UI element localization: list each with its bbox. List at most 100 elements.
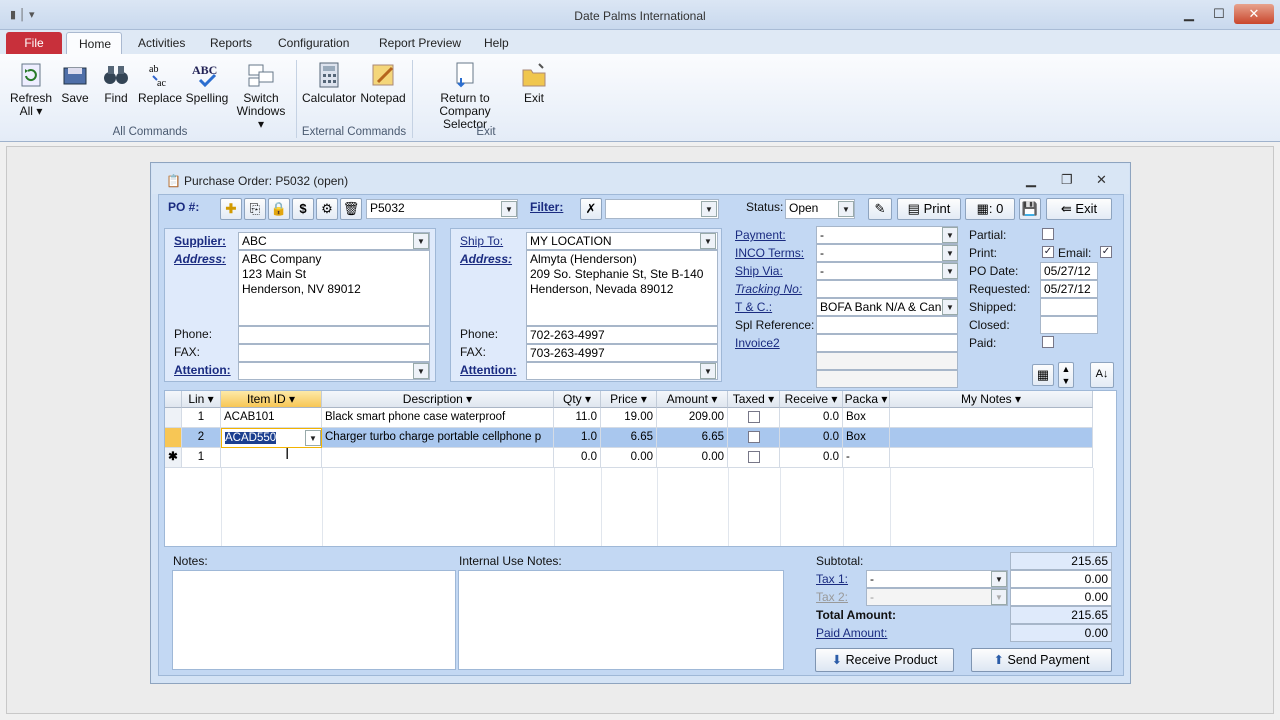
payment-select[interactable]: - xyxy=(816,226,958,244)
chevron-down-icon[interactable]: ▼ xyxy=(413,363,429,379)
podate-field[interactable]: 05/27/12 xyxy=(1040,262,1098,280)
clear-filter-button[interactable]: ✗ xyxy=(580,198,602,220)
cell-receive[interactable]: 0.0 xyxy=(780,428,843,448)
cell-itemid[interactable] xyxy=(221,448,322,468)
shipto-phone-field[interactable]: 702-263-4997 xyxy=(526,326,718,344)
col-header-receive[interactable]: Receive ▾ xyxy=(780,391,843,408)
filter-label[interactable]: Filter: xyxy=(530,200,563,214)
chevron-down-icon[interactable]: ▼ xyxy=(700,233,716,249)
col-header-mynotes[interactable]: My Notes ▾ xyxy=(890,391,1093,408)
cell-qty[interactable]: 11.0 xyxy=(554,408,601,428)
chevron-down-icon[interactable]: ▼ xyxy=(838,201,854,217)
taxed-checkbox[interactable] xyxy=(747,431,760,443)
tab-home[interactable]: Home xyxy=(66,32,122,54)
child-restore-button[interactable]: ❐ xyxy=(1061,172,1073,188)
tab-help[interactable]: Help xyxy=(472,32,521,54)
chevron-down-icon[interactable]: ▼ xyxy=(700,363,716,379)
col-header-lin[interactable]: Lin ▾ xyxy=(182,391,221,408)
close-button[interactable]: ✕ xyxy=(1234,4,1274,24)
cell-receive[interactable]: 0.0 xyxy=(780,408,843,428)
inco-label[interactable]: INCO Terms: xyxy=(735,246,804,260)
cell-amount[interactable]: 0.00 xyxy=(657,448,728,468)
tracking-field[interactable] xyxy=(816,280,958,298)
chevron-down-icon[interactable]: ▼ xyxy=(942,227,958,243)
po-number-select[interactable]: P5032 xyxy=(366,199,518,219)
taxed-checkbox[interactable] xyxy=(747,451,760,463)
tc-label[interactable]: T & C.: xyxy=(735,300,772,314)
edit-button[interactable]: ✎ xyxy=(868,198,892,220)
tracking-label[interactable]: Tracking No: xyxy=(735,282,802,296)
supplier-fax-field[interactable] xyxy=(238,344,430,362)
cell-package[interactable]: Box xyxy=(843,408,890,428)
shipped-field[interactable] xyxy=(1040,298,1098,316)
inco-select[interactable]: - xyxy=(816,244,958,262)
supplier-phone-field[interactable] xyxy=(238,326,430,344)
col-header-itemid[interactable]: Item ID ▾ xyxy=(221,391,322,408)
col-header-qty[interactable]: Qty ▾ xyxy=(554,391,601,408)
chevron-down-icon[interactable]: ▼ xyxy=(501,201,517,217)
cell-lin[interactable]: 1 xyxy=(182,408,221,428)
cell-lin[interactable]: 1 xyxy=(182,448,221,468)
cell-itemid[interactable]: ACAB101 xyxy=(221,408,322,428)
invoice2-field[interactable] xyxy=(816,334,958,352)
col-header-package[interactable]: Packa ▾ xyxy=(843,391,890,408)
splref-field[interactable] xyxy=(816,316,958,334)
shipto-address-label[interactable]: Address: xyxy=(460,252,512,266)
tab-reports[interactable]: Reports xyxy=(198,32,264,54)
save-po-button[interactable]: 💾 xyxy=(1019,198,1041,220)
email-checkbox[interactable]: ✓ xyxy=(1100,246,1112,258)
reorder-button[interactable]: ▲ ▼ xyxy=(1058,362,1074,388)
receive-product-button[interactable]: ⬇ Receive Product xyxy=(815,648,954,672)
chevron-down-icon[interactable]: ▼ xyxy=(413,233,429,249)
shipto-fax-field[interactable]: 703-263-4997 xyxy=(526,344,718,362)
cell-amount[interactable]: 209.00 xyxy=(657,408,728,428)
chevron-down-icon[interactable]: ▼ xyxy=(942,299,958,315)
lock-po-button[interactable]: 🔒 xyxy=(268,198,290,220)
tc-select[interactable]: BOFA Bank N/A & Cana xyxy=(816,298,958,316)
child-minimize-button[interactable]: ▁ xyxy=(1026,172,1036,188)
invoice2-label[interactable]: Invoice2 xyxy=(735,336,780,350)
cell-price[interactable]: 19.00 xyxy=(601,408,657,428)
sort-button[interactable]: A↓ xyxy=(1090,362,1114,388)
spelling-button[interactable]: ABC Spelling xyxy=(184,60,230,105)
price-button[interactable]: $ xyxy=(292,198,314,220)
address-label[interactable]: Address: xyxy=(174,252,226,266)
supplier-address-field[interactable]: ABC Company 123 Main St Henderson, NV 89… xyxy=(238,250,430,326)
supplier-label[interactable]: Supplier: xyxy=(174,234,226,248)
shipto-label[interactable]: Ship To: xyxy=(460,234,503,248)
cell-package[interactable]: - xyxy=(843,448,890,468)
shipto-address-field[interactable]: Almyta (Henderson) 209 So. Stephanie St,… xyxy=(526,250,718,326)
delete-po-button[interactable]: 🗑 xyxy=(340,198,362,220)
print-checkbox[interactable]: ✓ xyxy=(1042,246,1054,258)
cell-price[interactable]: 6.65 xyxy=(601,428,657,448)
supplier-attention-select[interactable] xyxy=(238,362,430,380)
closed-field[interactable] xyxy=(1040,316,1098,334)
chevron-down-icon[interactable]: ▼ xyxy=(942,245,958,261)
maximize-button[interactable]: ☐ xyxy=(1204,4,1234,24)
copies-button[interactable]: ▦: 0 xyxy=(965,198,1015,220)
cell-taxed[interactable] xyxy=(728,448,780,468)
requested-field[interactable]: 05/27/12 xyxy=(1040,280,1098,298)
refresh-all-button[interactable]: Refresh All ▾ xyxy=(8,60,54,118)
child-close-button[interactable]: ✕ xyxy=(1096,172,1107,188)
paid-checkbox[interactable] xyxy=(1042,336,1054,348)
notepad-button[interactable]: Notepad xyxy=(358,60,408,105)
shipto-attention-select[interactable] xyxy=(526,362,718,380)
cell-receive[interactable]: 0.0 xyxy=(780,448,843,468)
exit-po-button[interactable]: ⇚ Exit xyxy=(1046,198,1112,220)
tax1-select[interactable]: - xyxy=(866,570,1008,588)
convert-button[interactable]: ⚙ xyxy=(316,198,338,220)
cell-amount[interactable]: 6.65 xyxy=(657,428,728,448)
shipvia-select[interactable]: - xyxy=(816,262,958,280)
add-po-button[interactable]: ✚ xyxy=(220,198,242,220)
internal-notes-textarea[interactable] xyxy=(458,570,784,670)
minimize-button[interactable]: ▁ xyxy=(1174,4,1204,24)
switch-windows-button[interactable]: Switch Windows ▾ xyxy=(232,60,290,131)
payment-label[interactable]: Payment: xyxy=(735,228,786,242)
shipvia-label[interactable]: Ship Via: xyxy=(735,264,783,278)
col-header-price[interactable]: Price ▾ xyxy=(601,391,657,408)
find-button[interactable]: Find xyxy=(100,60,132,105)
col-header-amount[interactable]: Amount ▾ xyxy=(657,391,728,408)
tax1-label[interactable]: Tax 1: xyxy=(816,572,848,586)
attention-label[interactable]: Attention: xyxy=(174,363,231,377)
